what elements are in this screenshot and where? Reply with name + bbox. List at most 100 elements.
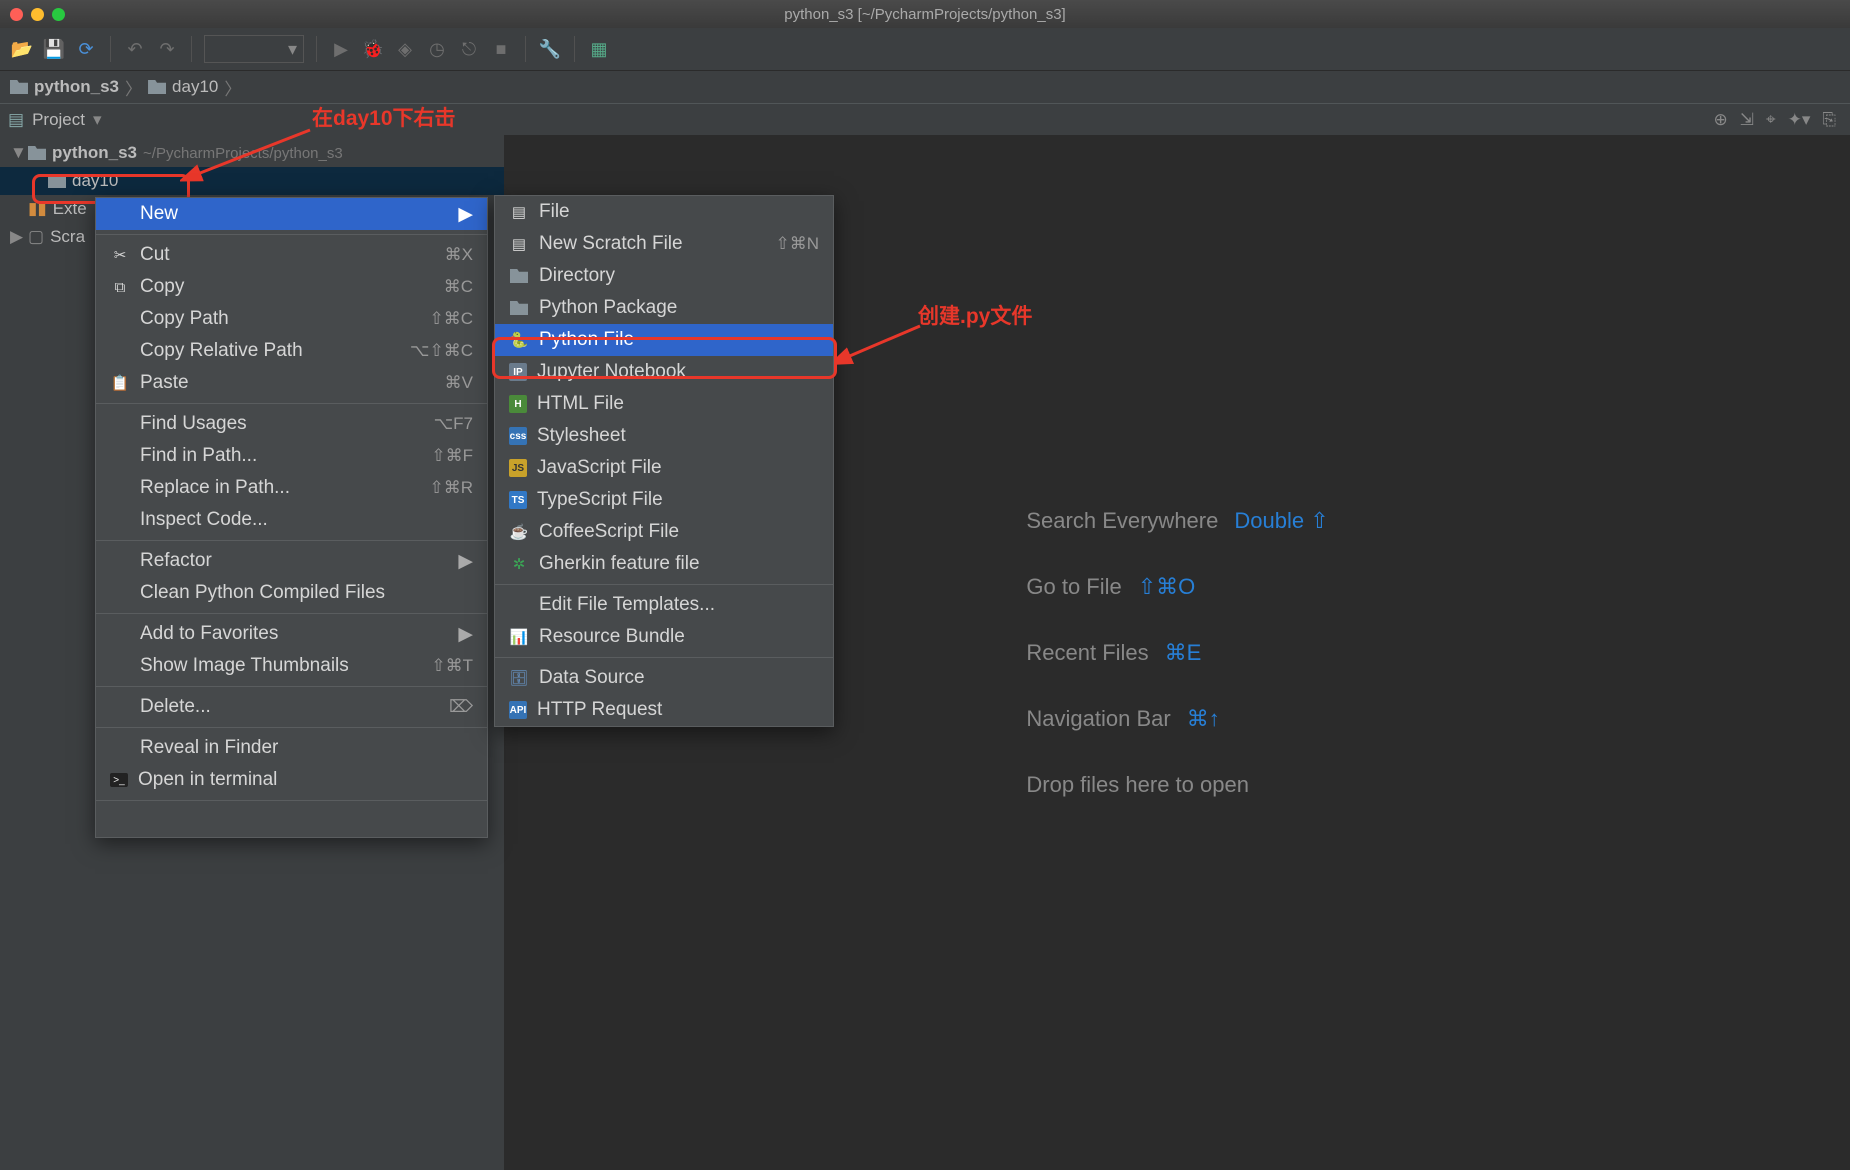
menu-replace-in-path[interactable]: Replace in Path... ⇧⌘R — [96, 472, 487, 504]
settings-icon[interactable]: 🔧 — [538, 37, 562, 61]
submenu-coffeescript-file[interactable]: ☕ CoffeeScript File — [495, 516, 833, 548]
menu-delete[interactable]: Delete... ⌦ — [96, 691, 487, 723]
hide-icon[interactable]: ⎘ — [1822, 110, 1836, 130]
profile-icon[interactable]: ◷ — [425, 37, 449, 61]
debug-icon[interactable]: 🐞 — [361, 37, 385, 61]
expand-arrow-icon[interactable]: ▼ — [10, 143, 22, 163]
scratch-file-icon: ▤ — [509, 234, 529, 254]
submenu-data-source[interactable]: 🗄 Data Source — [495, 662, 833, 694]
menu-copy-label: Copy — [140, 276, 184, 298]
menu-find-in-path[interactable]: Find in Path... ⇧⌘F — [96, 440, 487, 472]
undo-icon[interactable]: ↶ — [123, 37, 147, 61]
scratches-label: Scra — [50, 227, 85, 247]
submenu-jupyter-notebook[interactable]: IP Jupyter Notebook — [495, 356, 833, 388]
breadcrumb-child[interactable]: day10 — [148, 77, 218, 97]
breadcrumb-root[interactable]: python_s3 — [10, 77, 119, 97]
menu-open-in-terminal[interactable]: >_ Open in terminal — [96, 764, 487, 796]
menu-refactor[interactable]: Refactor ▶ — [96, 545, 487, 577]
menu-clean-python-label: Clean Python Compiled Files — [140, 582, 385, 604]
menu-find-in-path-label: Find in Path... — [140, 445, 257, 467]
menu-copy[interactable]: ⧉ Copy ⌘C — [96, 271, 487, 303]
submenu-resource-bundle-label: Resource Bundle — [539, 626, 685, 648]
window-close-button[interactable] — [10, 8, 23, 21]
submenu-resource-bundle[interactable]: 📊 Resource Bundle — [495, 621, 833, 653]
submenu-http-request[interactable]: API HTTP Request — [495, 694, 833, 726]
menu-paste[interactable]: 📋 Paste ⌘V — [96, 367, 487, 399]
target-icon[interactable]: ⌖ — [1766, 110, 1776, 130]
submenu-python-package[interactable]: Python Package — [495, 292, 833, 324]
welcome-go-to-file-label: Go to File — [1026, 554, 1121, 620]
chip-icon[interactable]: ▦ — [587, 37, 611, 61]
menu-show-image-thumbnails[interactable]: Show Image Thumbnails ⇧⌘T — [96, 650, 487, 682]
settings-gear-icon[interactable]: ✦▾ — [1788, 110, 1811, 130]
css-icon: css — [509, 427, 527, 445]
menu-add-to-favorites[interactable]: Add to Favorites ▶ — [96, 618, 487, 650]
annotation-text-right-click: 在day10下右击 — [312, 102, 456, 132]
submenu-html-file[interactable]: H HTML File — [495, 388, 833, 420]
run-config-combo[interactable]: ▾ — [204, 35, 304, 63]
redo-icon[interactable]: ↷ — [155, 37, 179, 61]
library-icon: ▮▮ — [28, 199, 47, 219]
folder-icon — [48, 174, 66, 188]
menu-inspect-code[interactable]: Inspect Code... — [96, 504, 487, 536]
jupyter-icon: IP — [509, 363, 527, 381]
menu-clean-python[interactable]: Clean Python Compiled Files — [96, 577, 487, 609]
project-tool-window-header[interactable]: ▤ Project ▾ ⊕ ⇲ ⌖ ✦▾ ⎘ — [0, 103, 1850, 135]
expand-arrow-icon[interactable]: ▶ — [10, 227, 22, 247]
menu-reveal-in-finder[interactable]: Reveal in Finder — [96, 732, 487, 764]
new-submenu[interactable]: ▤ File ▤ New Scratch File ⇧⌘N Directory … — [494, 195, 834, 727]
menu-more-hidden[interactable] — [96, 805, 487, 837]
submenu-edit-file-templates[interactable]: Edit File Templates... — [495, 589, 833, 621]
menu-cut[interactable]: ✂ Cut ⌘X — [96, 239, 487, 271]
terminal-icon: >_ — [110, 773, 128, 787]
context-menu[interactable]: New ▶ ✂ Cut ⌘X ⧉ Copy ⌘C Copy Path ⇧⌘C C… — [95, 197, 488, 838]
welcome-search-everywhere-label: Search Everywhere — [1026, 488, 1218, 554]
menu-copy-path-shortcut: ⇧⌘C — [429, 309, 473, 329]
menu-copy-path-label: Copy Path — [140, 308, 229, 330]
save-all-icon[interactable]: 💾 — [42, 37, 66, 61]
menu-find-usages[interactable]: Find Usages ⌥F7 — [96, 408, 487, 440]
concurrency-icon[interactable]: ⎋ — [457, 37, 481, 61]
menu-refactor-label: Refactor — [140, 550, 212, 572]
sync-icon[interactable]: ⟳ — [74, 37, 98, 61]
stop-icon[interactable]: ■ — [489, 37, 513, 61]
coffeescript-icon: ☕ — [509, 522, 529, 542]
run-icon[interactable]: ▶ — [329, 37, 353, 61]
submenu-new-scratch-file[interactable]: ▤ New Scratch File ⇧⌘N — [495, 228, 833, 260]
welcome-go-to-file-key: ⇧⌘O — [1138, 554, 1196, 620]
chevron-down-icon[interactable]: ▾ — [93, 110, 102, 130]
submenu-file-label: File — [539, 201, 570, 223]
menu-find-usages-label: Find Usages — [140, 413, 247, 435]
paste-icon: 📋 — [110, 373, 130, 393]
submenu-python-package-label: Python Package — [539, 297, 677, 319]
submenu-typescript-file[interactable]: TS TypeScript File — [495, 484, 833, 516]
collapse-icon[interactable]: ⇲ — [1740, 110, 1754, 130]
tree-folder-day10[interactable]: day10 — [0, 167, 504, 195]
submenu-http-request-label: HTTP Request — [537, 699, 662, 721]
submenu-arrow-icon: ▶ — [458, 623, 473, 646]
coverage-icon[interactable]: ◈ — [393, 37, 417, 61]
copy-icon: ⧉ — [110, 277, 130, 297]
open-file-icon[interactable]: 📂 — [10, 37, 34, 61]
submenu-stylesheet[interactable]: css Stylesheet — [495, 420, 833, 452]
folder-icon — [28, 146, 46, 160]
submenu-python-file[interactable]: 🐍 Python File — [495, 324, 833, 356]
submenu-directory[interactable]: Directory — [495, 260, 833, 292]
window-maximize-button[interactable] — [52, 8, 65, 21]
menu-open-in-terminal-label: Open in terminal — [138, 769, 277, 791]
submenu-file[interactable]: ▤ File — [495, 196, 833, 228]
project-root-label: python_s3 — [52, 143, 137, 163]
menu-new[interactable]: New ▶ — [96, 198, 487, 230]
tree-root[interactable]: ▼ python_s3 ~/PycharmProjects/python_s3 — [0, 139, 504, 167]
menu-replace-in-path-label: Replace in Path... — [140, 477, 290, 499]
window-minimize-button[interactable] — [31, 8, 44, 21]
folder-icon — [148, 80, 166, 94]
navigation-bar[interactable]: python_s3 〉 day10 〉 — [0, 71, 1850, 103]
menu-copy-path[interactable]: Copy Path ⇧⌘C — [96, 303, 487, 335]
submenu-jupyter-label: Jupyter Notebook — [537, 361, 686, 383]
menu-copy-relative-path[interactable]: Copy Relative Path ⌥⇧⌘C — [96, 335, 487, 367]
scope-icon[interactable]: ⊕ — [1714, 110, 1728, 130]
menu-replace-in-path-shortcut: ⇧⌘R — [429, 478, 473, 498]
submenu-javascript-file[interactable]: JS JavaScript File — [495, 452, 833, 484]
submenu-gherkin-feature-file[interactable]: ✲ Gherkin feature file — [495, 548, 833, 580]
